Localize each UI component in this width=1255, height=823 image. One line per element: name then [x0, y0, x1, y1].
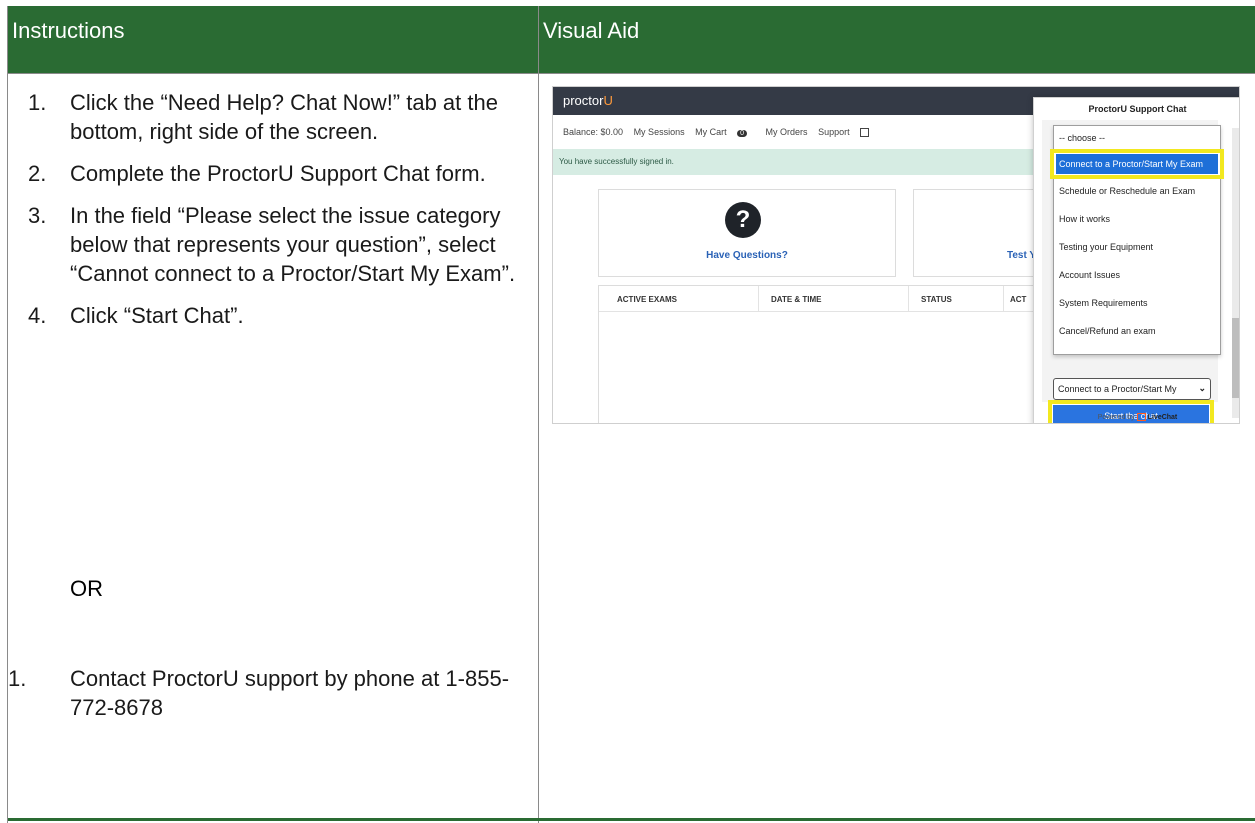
chat-title: ProctorU Support Chat	[1088, 104, 1187, 114]
step-text: Complete the ProctorU Support Chat form.	[70, 161, 486, 186]
balance-label: Balance: $0.00	[563, 127, 624, 137]
visual-aid-screenshot: proctorU Balance: $0.00 My Sessions My C…	[552, 86, 1240, 424]
table-bottom-border	[8, 818, 1255, 821]
cart-count-badge: 0	[737, 130, 748, 137]
step-text: Contact ProctorU support by phone at 1-8…	[70, 666, 510, 720]
step-number: 1.	[8, 666, 27, 691]
option-schedule-exam[interactable]: Schedule or Reschedule an Exam	[1056, 181, 1218, 201]
have-questions-label: Have Questions?	[706, 250, 788, 261]
instructions-header: Instructions	[8, 6, 538, 73]
step-text: Click the “Need Help? Chat Now!” tab at …	[70, 90, 498, 144]
step-3: 3. In the field “Please select the issue …	[8, 201, 534, 288]
alternative-step: 1. Contact ProctorU support by phone at …	[8, 664, 534, 722]
account-nav: Balance: $0.00 My Sessions My Cart 0 My …	[563, 127, 885, 138]
scroll-thumb[interactable]	[1232, 318, 1239, 398]
option-cancel-refund[interactable]: Cancel/Refund an exam	[1056, 321, 1218, 341]
option-account-issues[interactable]: Account Issues	[1056, 265, 1218, 285]
step-1: 1. Click the “Need Help? Chat Now!” tab a…	[8, 88, 534, 146]
step-text: In the field “Please select the issue ca…	[70, 203, 516, 286]
livechat-icon	[1136, 413, 1146, 421]
option-how-it-works[interactable]: How it works	[1056, 209, 1218, 229]
have-questions-card[interactable]: ? Have Questions?	[598, 189, 896, 277]
column-divider	[538, 6, 539, 823]
step-number: 2.	[28, 161, 47, 186]
chevron-down-icon: ⌄	[1198, 383, 1206, 393]
header-divider	[8, 73, 1255, 74]
external-link-icon	[859, 128, 869, 138]
nav-my-sessions[interactable]: My Sessions	[634, 127, 685, 137]
nav-support[interactable]: Support	[818, 127, 877, 138]
proctoru-logo: proctorU	[563, 93, 613, 108]
visual-aid-header: Visual Aid	[539, 6, 1255, 73]
support-chat-widget: ProctorU Support Chat Connect to a Proct…	[1033, 97, 1239, 423]
step-number: 3.	[28, 203, 47, 228]
col-date-time: DATE & TIME	[759, 286, 909, 312]
test-equipment-card[interactable]: Test Y	[913, 189, 1045, 277]
nav-my-orders[interactable]: My Orders	[766, 127, 808, 137]
issue-category-dropdown[interactable]: -- choose -- Connect to a Proctor/Start …	[1050, 125, 1224, 355]
step-text: Click “Start Chat”.	[70, 303, 244, 328]
step-number: 4.	[28, 303, 47, 328]
option-choose[interactable]: -- choose --	[1056, 128, 1218, 148]
step-2: 2. Complete the ProctorU Support Chat for…	[8, 159, 534, 188]
question-icon: ?	[725, 202, 761, 238]
chat-form: Connect to a Proctor/Start My ⌄ Start the…	[1042, 120, 1224, 423]
col-active-exams: ACTIVE EXAMS	[599, 286, 759, 312]
powered-by-livechat: Powered by LiveChat	[1097, 413, 1178, 421]
option-testing-equipment[interactable]: Testing your Equipment	[1056, 237, 1218, 257]
instruction-steps: 1. Click the “Need Help? Chat Now!” tab a…	[8, 88, 534, 343]
option-system-requirements[interactable]: System Requirements	[1056, 293, 1218, 313]
or-separator: OR	[70, 576, 103, 601]
nav-my-cart[interactable]: My Cart 0	[695, 127, 755, 137]
col-status: STATUS	[909, 286, 1004, 312]
connect-option-highlight	[1050, 149, 1224, 179]
step-number: 1.	[28, 90, 47, 115]
step-4: 4. Click “Start Chat”.	[8, 301, 534, 330]
issue-category-select[interactable]: Connect to a Proctor/Start My ⌄	[1053, 378, 1211, 400]
chat-scrollbar[interactable]	[1232, 128, 1239, 418]
